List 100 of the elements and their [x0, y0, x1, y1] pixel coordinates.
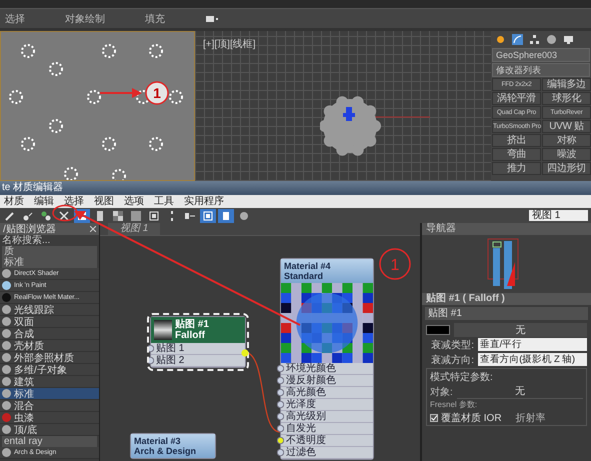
category-header[interactable]: 标准: [2, 257, 97, 268]
material-list-item[interactable]: 建筑: [0, 376, 99, 388]
node-type: Standard: [284, 271, 324, 281]
show-end-tool-button[interactable]: [218, 208, 234, 222]
annotation-circle: [52, 204, 78, 222]
socket-icon[interactable]: [277, 365, 284, 372]
object-button[interactable]: 无: [456, 384, 583, 399]
annotation-number: 1: [390, 257, 400, 274]
modify-icon[interactable]: [512, 34, 523, 45]
show-end-icon: [220, 210, 232, 222]
slot-label: 高光颜色: [286, 387, 326, 398]
slot-label: 过滤色: [286, 447, 316, 458]
modifier-button[interactable]: 球形化: [542, 92, 591, 105]
override-ior-checkbox[interactable]: [430, 414, 438, 422]
material-list-item[interactable]: 标准: [0, 388, 99, 400]
node-title: 贴图 #1: [175, 319, 209, 330]
hierarchy-icon[interactable]: [529, 34, 540, 45]
slot-label: 环境光颜色: [286, 363, 336, 374]
material-list-item[interactable]: 多维/子对象: [0, 364, 99, 376]
modifier-button[interactable]: 四边形切: [542, 162, 591, 175]
motion-icon[interactable]: [546, 34, 557, 45]
material-list-item[interactable]: 光线跟踪: [0, 304, 99, 316]
socket-icon[interactable]: [147, 345, 154, 352]
color-swatch[interactable]: [426, 324, 450, 334]
falloff-direction-dropdown[interactable]: 查看方向(摄影机 Z 轴): [478, 353, 587, 366]
group-title: 模式特定参数:: [430, 370, 494, 384]
create-icon[interactable]: [495, 34, 506, 45]
map-node[interactable]: 贴图 #1 Falloff 贴图 1 贴图 2: [150, 316, 246, 368]
slot-label: 贴图 2: [156, 355, 184, 366]
socket-icon[interactable]: [277, 449, 284, 456]
category-header[interactable]: ental ray: [2, 436, 97, 447]
socket-icon[interactable]: [277, 389, 284, 396]
menu-item[interactable]: 材质: [4, 195, 24, 208]
annotation-circle: [379, 248, 411, 280]
modifier-button[interactable]: 挤出: [492, 134, 541, 147]
field-label: 折射率: [516, 412, 546, 424]
menu-item[interactable]: 实用程序: [184, 195, 224, 208]
modifier-button[interactable]: 对称: [542, 134, 591, 147]
output-socket-icon[interactable]: [241, 349, 249, 357]
modifier-button[interactable]: 涡轮平滑: [492, 92, 541, 105]
display-icon[interactable]: [563, 34, 574, 45]
material-list-item[interactable]: 合成: [0, 328, 99, 340]
section-label: Fresnel 参数:: [430, 399, 478, 410]
slot-label: 不透明度: [286, 435, 326, 446]
view-dropdown[interactable]: 视图 1: [529, 210, 588, 221]
ribbon-tab[interactable]: 对象绘制: [65, 12, 105, 26]
navigator-panel[interactable]: [422, 235, 591, 293]
modifier-button[interactable]: 弯曲: [492, 148, 541, 161]
modifier-button[interactable]: 编辑多边: [542, 78, 591, 91]
socket-icon[interactable]: [277, 437, 284, 444]
object-name-field[interactable]: GeoSphere003: [492, 48, 590, 62]
material-list-item[interactable]: 顶/底: [0, 424, 99, 436]
display-icon[interactable]: [205, 14, 219, 22]
slot-label: 光泽度: [286, 399, 316, 410]
category-header[interactable]: 质: [2, 246, 97, 257]
menu-item[interactable]: 编辑: [34, 195, 54, 208]
material-list-item[interactable]: 壳材质: [0, 340, 99, 352]
socket-icon[interactable]: [277, 425, 284, 432]
material-list-item[interactable]: 双面: [0, 316, 99, 328]
material-list-item[interactable]: 虫漆: [0, 412, 99, 424]
modifier-list-dropdown[interactable]: 修改器列表: [492, 63, 590, 77]
annotation-arrow: [100, 88, 142, 98]
node-title: Material #3: [134, 436, 182, 446]
slot-label: 贴图 1: [156, 343, 184, 354]
ribbon-tab[interactable]: 填充: [145, 12, 165, 26]
field-label: 对象:: [430, 386, 453, 398]
ribbon-tab[interactable]: 选择: [5, 12, 25, 26]
zoom-icon: [238, 210, 250, 222]
slot-label: 高光级别: [286, 411, 326, 422]
layout-icon: [94, 210, 106, 222]
slot-label: 漫反射颜色: [286, 375, 336, 386]
falloff-type-dropdown[interactable]: 垂直/平行: [478, 338, 587, 351]
socket-icon[interactable]: [277, 401, 284, 408]
map-slot-button[interactable]: 无: [454, 322, 587, 336]
modifier-button[interactable]: UVW 贴: [542, 120, 591, 133]
menu-item[interactable]: 视图: [94, 195, 114, 208]
checker-tool-button[interactable]: [110, 208, 126, 222]
annotation-number: 1: [153, 85, 161, 101]
close-icon[interactable]: [90, 226, 96, 232]
checkbox-label: 覆盖材质 IOR: [441, 412, 502, 424]
socket-icon[interactable]: [147, 357, 154, 364]
menu-item[interactable]: 选项: [124, 195, 144, 208]
node-type: Falloff: [175, 330, 206, 341]
modifier-button[interactable]: 噪波: [542, 148, 591, 161]
map-name-field[interactable]: 贴图 #1: [425, 307, 588, 320]
modifier-button[interactable]: 推力: [492, 162, 541, 175]
menu-item[interactable]: 工具: [154, 195, 174, 208]
show-map-tool-button[interactable]: [200, 208, 216, 222]
socket-icon[interactable]: [277, 413, 284, 420]
material-list-item[interactable]: 外部参照材质: [0, 352, 99, 364]
view-tab[interactable]: 视图 1: [108, 223, 160, 235]
panel-title: /贴图浏览器: [3, 223, 56, 235]
checker-icon: [112, 210, 124, 222]
material-list-item[interactable]: 混合: [0, 400, 99, 412]
menu-item[interactable]: 选择: [64, 195, 84, 208]
material-node[interactable]: Material #4 Standard 环境光颜色 漫反射颜色 高光颜色 光泽度 高光级别 自发光 不透明度 过滤色: [280, 258, 374, 460]
top-viewport[interactable]: [+][顶][线框]: [195, 31, 491, 181]
viewport-label[interactable]: [+][顶][线框]: [203, 39, 256, 50]
material-node[interactable]: Material #3 Arch & Design: [130, 433, 216, 459]
socket-icon[interactable]: [277, 377, 284, 384]
